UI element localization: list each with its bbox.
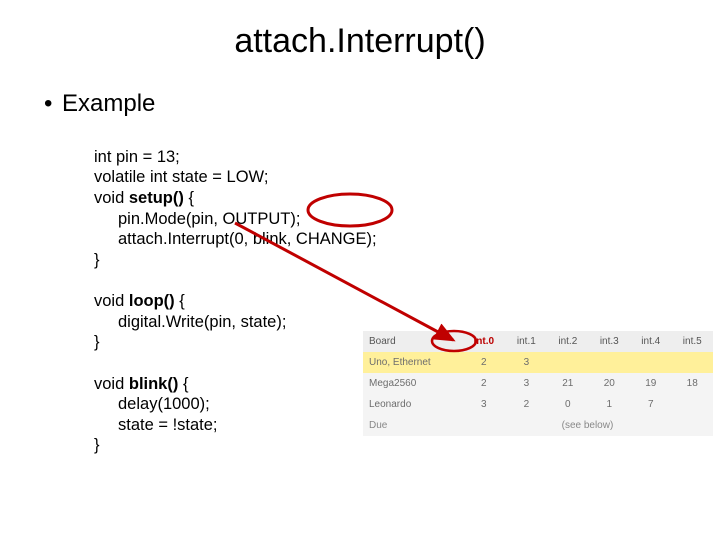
table-cell: 1 xyxy=(589,394,630,415)
bullet-example: •Example xyxy=(44,90,155,118)
code-line: digital.Write(pin, state); xyxy=(94,313,286,331)
code-line: delay(1000); xyxy=(94,395,210,413)
code-line: } xyxy=(94,436,100,454)
table-footer-row: Due (see below) xyxy=(363,415,713,436)
page-title: attach.Interrupt() xyxy=(0,22,720,61)
table-header: int.2 xyxy=(547,331,588,352)
table-cell: Uno, Ethernet xyxy=(363,352,462,373)
table-cell: 2 xyxy=(462,373,506,394)
table-cell: 2 xyxy=(506,394,547,415)
code-line: int pin = 13; xyxy=(94,148,180,166)
code-line: pin.Mode(pin, OUTPUT); xyxy=(94,210,300,228)
table-header: int.5 xyxy=(671,331,713,352)
code-line: } xyxy=(94,333,100,351)
bullet-dot: • xyxy=(44,90,62,118)
table-header-row: Board int.0 int.1 int.2 int.3 int.4 int.… xyxy=(363,331,713,352)
table-cell: 3 xyxy=(462,394,506,415)
table-cell: 0 xyxy=(547,394,588,415)
table-cell: 20 xyxy=(589,373,630,394)
table-cell: (see below) xyxy=(462,415,713,436)
table-cell: Due xyxy=(363,415,462,436)
table-header: int.1 xyxy=(506,331,547,352)
table-header: int.4 xyxy=(630,331,671,352)
table-cell: 3 xyxy=(506,373,547,394)
table-cell: 19 xyxy=(630,373,671,394)
code-line: volatile int state = LOW; xyxy=(94,168,268,186)
bullet-text: Example xyxy=(62,90,155,117)
table-cell: 7 xyxy=(630,394,671,415)
table-cell: 21 xyxy=(547,373,588,394)
code-line: state = !state; xyxy=(94,416,218,434)
table-cell xyxy=(671,394,713,415)
table-cell: 2 xyxy=(462,352,506,373)
code-line: void loop() { xyxy=(94,292,185,310)
table-cell xyxy=(589,352,630,373)
code-line: attach.Interrupt(0, blink, CHANGE); xyxy=(94,230,377,248)
table-cell xyxy=(547,352,588,373)
code-line: } xyxy=(94,251,100,269)
slide: attach.Interrupt() •Example int pin = 13… xyxy=(0,0,720,540)
table-header: Board xyxy=(363,331,462,352)
table-cell xyxy=(630,352,671,373)
table-cell: 3 xyxy=(506,352,547,373)
table-cell: 18 xyxy=(671,373,713,394)
code-line: void blink() { xyxy=(94,375,188,393)
table-header: int.0 xyxy=(462,331,506,352)
code-block: int pin = 13; volatile int state = LOW; … xyxy=(94,126,377,456)
table-row: Uno, Ethernet 2 3 xyxy=(363,352,713,373)
table-header: int.3 xyxy=(589,331,630,352)
table-cell: Mega2560 xyxy=(363,373,462,394)
table-row: Mega2560 2 3 21 20 19 18 xyxy=(363,373,713,394)
table-row: Leonardo 3 2 0 1 7 xyxy=(363,394,713,415)
table-cell: Leonardo xyxy=(363,394,462,415)
code-line: void setup() { xyxy=(94,189,194,207)
interrupt-pin-table: Board int.0 int.1 int.2 int.3 int.4 int.… xyxy=(363,331,713,436)
table-cell xyxy=(671,352,713,373)
